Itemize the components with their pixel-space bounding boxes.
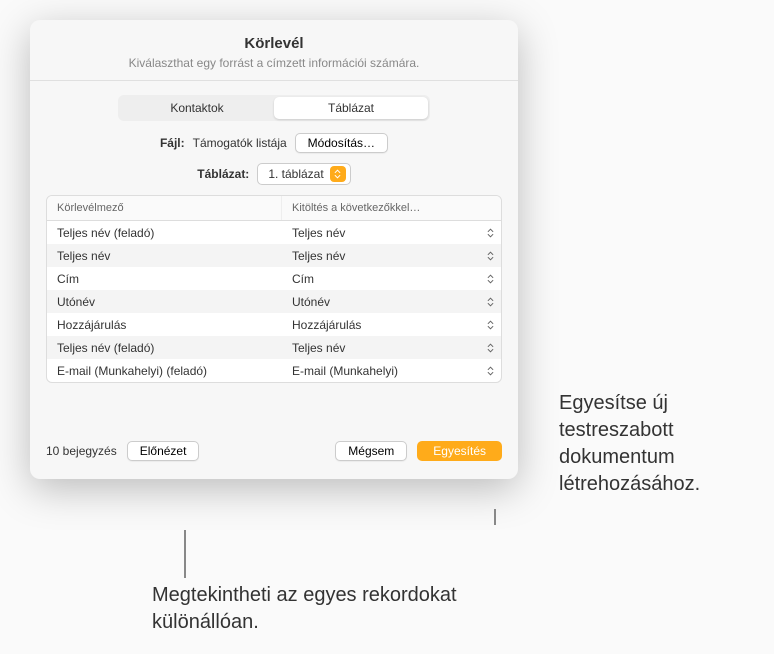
table-row: Hozzájárulás Hozzájárulás [47, 313, 501, 336]
cancel-button[interactable]: Mégsem [335, 441, 407, 461]
callout-line [494, 509, 496, 525]
fill-value: Teljes név [292, 226, 345, 240]
fill-value: Teljes név [292, 341, 345, 355]
fill-value: Hozzájárulás [292, 318, 361, 332]
table-select[interactable]: 1. táblázat [257, 163, 350, 185]
chevron-updown-icon [485, 249, 495, 263]
table-row: E-mail (Munkahelyi) (feladó) E-mail (Munk… [47, 359, 501, 382]
table-row: Teljes név Teljes név [47, 244, 501, 267]
merge-button[interactable]: Egyesítés [417, 441, 502, 461]
field-mapping-table: Körlevélmező Kitöltés a következőkkel… T… [46, 195, 502, 383]
table-row: Teljes név (feladó) Teljes név [47, 221, 501, 244]
table-header: Körlevélmező Kitöltés a következőkkel… [47, 196, 501, 221]
field-name: E-mail (Munkahelyi) (feladó) [47, 364, 282, 378]
column-header-fill: Kitöltés a következőkkel… [282, 196, 501, 220]
chevron-updown-icon [485, 226, 495, 240]
field-name: Teljes név (feladó) [47, 226, 282, 240]
chevron-updown-icon [485, 341, 495, 355]
field-name: Cím [47, 272, 282, 286]
fill-select[interactable]: Teljes név [282, 226, 501, 240]
table-row-select: Táblázat: 1. táblázat [30, 163, 518, 185]
file-value: Támogatók listája [193, 136, 287, 150]
fill-select[interactable]: Utónév [282, 295, 501, 309]
dialog-footer: 10 bejegyzés Előnézet Mégsem Egyesítés [46, 441, 502, 461]
tab-contacts[interactable]: Kontaktok [120, 97, 274, 119]
callout-merge: Egyesítse új testreszabott dokumentum lé… [559, 390, 759, 498]
preview-button[interactable]: Előnézet [127, 441, 200, 461]
entries-count: 10 bejegyzés [46, 444, 117, 458]
table-label: Táblázat: [197, 167, 249, 181]
chevron-updown-icon [485, 272, 495, 286]
dialog-subtitle: Kiválaszthat egy forrást a címzett infor… [50, 56, 498, 70]
callout-line [184, 530, 186, 578]
field-name: Teljes név (feladó) [47, 341, 282, 355]
chevron-updown-icon [330, 166, 346, 182]
file-row: Fájl: Támogatók listája Módosítás… [30, 133, 518, 153]
table-row: Cím Cím [47, 267, 501, 290]
tab-spreadsheet[interactable]: Táblázat [274, 97, 428, 119]
field-name: Utónév [47, 295, 282, 309]
mail-merge-dialog: Körlevél Kiválaszthat egy forrást a címz… [30, 20, 518, 479]
change-file-button[interactable]: Módosítás… [295, 133, 388, 153]
fill-value: Utónév [292, 295, 330, 309]
chevron-updown-icon [485, 364, 495, 378]
fill-select[interactable]: E-mail (Munkahelyi) [282, 364, 501, 378]
fill-select[interactable]: Teljes név [282, 249, 501, 263]
column-header-field: Körlevélmező [47, 196, 282, 220]
table-body: Teljes név (feladó)Teljes névTeljes névT… [47, 221, 501, 382]
fill-value: E-mail (Munkahelyi) [292, 364, 398, 378]
fill-value: Teljes név [292, 249, 345, 263]
fill-select[interactable]: Cím [282, 272, 501, 286]
field-name: Teljes név [47, 249, 282, 263]
fill-value: Cím [292, 272, 314, 286]
source-tabs: Kontaktok Táblázat [118, 95, 430, 121]
chevron-updown-icon [485, 295, 495, 309]
field-name: Hozzájárulás [47, 318, 282, 332]
table-row: Teljes név (feladó) Teljes név [47, 336, 501, 359]
table-row: Utónév Utónév [47, 290, 501, 313]
dialog-title: Körlevél [50, 35, 498, 52]
table-select-value: 1. táblázat [268, 167, 323, 181]
chevron-updown-icon [485, 318, 495, 332]
file-label: Fájl: [160, 136, 185, 150]
fill-select[interactable]: Hozzájárulás [282, 318, 501, 332]
dialog-header: Körlevél Kiválaszthat egy forrást a címz… [30, 20, 518, 81]
callout-preview: Megtekintheti az egyes rekordokat különá… [152, 582, 512, 636]
fill-select[interactable]: Teljes név [282, 341, 501, 355]
